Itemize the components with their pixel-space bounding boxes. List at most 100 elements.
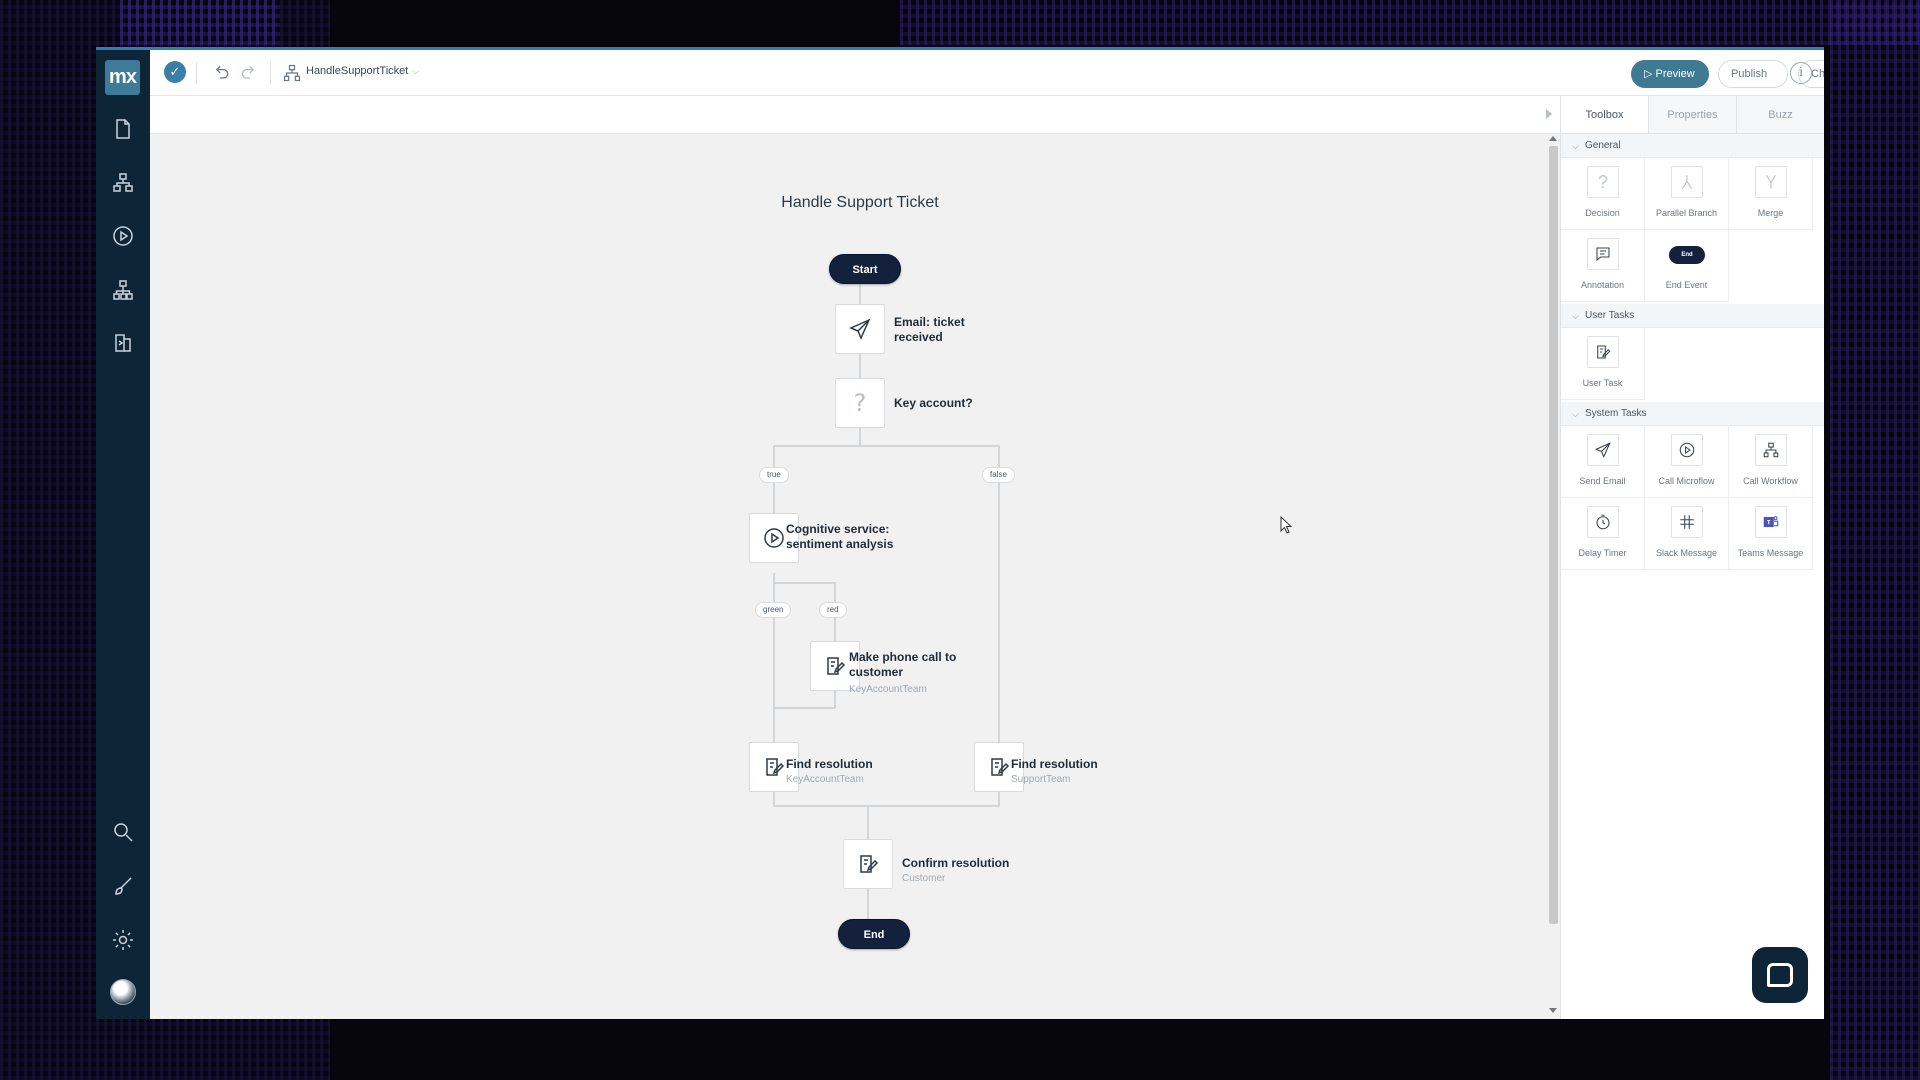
phone-call-role: KeyAccountTeam <box>849 684 927 695</box>
tool-send-email-label: Send Email <box>1579 476 1626 486</box>
timer-icon <box>1596 514 1610 530</box>
info-icon[interactable]: i <box>1790 62 1812 84</box>
tool-send-email[interactable]: Send Email <box>1561 426 1645 498</box>
check-icon[interactable]: ✓ <box>164 61 186 83</box>
start-event[interactable]: Start <box>829 254 901 284</box>
play-icon[interactable] <box>107 220 139 252</box>
document-name-label: HandleSupportTicket <box>306 65 409 77</box>
chevron-down-icon: ⌵ <box>1572 409 1579 419</box>
edge-label-red: red <box>819 602 847 618</box>
edge-label-green: green <box>755 602 792 618</box>
section-system-tasks[interactable]: ⌵ System Tasks <box>1561 402 1824 426</box>
tool-user-task-label: User Task <box>1582 378 1623 388</box>
tool-end-event[interactable]: End End Event <box>1645 230 1729 302</box>
user-task-icon <box>1597 345 1611 359</box>
tool-annotation-label: Annotation <box>1580 280 1625 290</box>
chevron-down-icon: ⌵ <box>412 66 420 76</box>
checks-label: Checks <box>1811 68 1824 80</box>
confirm-resolution-node[interactable] <box>843 839 893 889</box>
section-general[interactable]: ⌵ General <box>1561 134 1824 158</box>
tool-teams-message-label: Teams Message <box>1737 548 1804 558</box>
tool-parallel-branch[interactable]: Parallel Branch <box>1645 158 1729 230</box>
annotation-icon <box>1596 247 1610 262</box>
toolbox-panel: Toolbox Properties Buzz ⌵ General ? Decis… <box>1560 96 1824 1019</box>
page-icon[interactable] <box>107 113 139 145</box>
preview-button[interactable]: ▷ Preview <box>1631 60 1709 88</box>
sidebar: mx <box>96 50 150 1019</box>
edge-label-false: false <box>982 467 1015 483</box>
undo-icon[interactable] <box>209 61 233 85</box>
parallel-branch-icon <box>1682 175 1692 190</box>
user-task-icon <box>860 855 879 873</box>
chat-icon <box>1767 963 1793 987</box>
send-icon <box>1594 442 1611 459</box>
phone-call-label: Make phone call to customer <box>849 650 957 679</box>
section-user-tasks-title: User Tasks <box>1585 310 1635 321</box>
publish-label: Publish <box>1731 68 1768 80</box>
search-icon[interactable] <box>107 816 139 848</box>
teams-icon <box>1763 516 1779 528</box>
tool-end-event-label: End Event <box>1665 280 1708 290</box>
tool-annotation[interactable]: Annotation <box>1561 230 1645 302</box>
play-small-icon: ▷ <box>1644 68 1656 80</box>
chat-support-button[interactable] <box>1752 947 1808 1003</box>
tool-decision[interactable]: ? Decision <box>1561 158 1645 230</box>
export-icon[interactable] <box>107 327 139 359</box>
studio-window: mx ✓ HandleSupportTicket ⌵ ▷ Preview Pub… <box>96 47 1824 1019</box>
tool-delay-timer-label: Delay Timer <box>1578 548 1627 558</box>
decision-label: Key account? <box>894 396 973 410</box>
chevron-down-icon: ⌵ <box>1572 141 1579 151</box>
tool-user-task[interactable]: User Task <box>1561 328 1645 400</box>
gear-icon[interactable] <box>107 924 139 956</box>
tool-call-microflow[interactable]: Call Microflow <box>1645 426 1729 498</box>
tool-call-workflow-label: Call Workflow <box>1743 476 1798 486</box>
tool-merge[interactable]: Merge <box>1729 158 1813 230</box>
brush-icon[interactable] <box>107 870 139 902</box>
avatar[interactable] <box>110 979 136 1005</box>
workflow-canvas[interactable]: Handle Support Ticket Start Email: ticke… <box>150 96 1560 1019</box>
workflow-icon <box>1763 442 1779 458</box>
tool-decision-label: Decision <box>1585 208 1620 218</box>
tool-delay-timer[interactable]: Delay Timer <box>1561 498 1645 570</box>
tab-properties[interactable]: Properties <box>1648 96 1736 133</box>
chevron-down-icon: ⌵ <box>1572 311 1579 321</box>
microflow-label: Cognitive service: sentiment analysis <box>786 522 894 551</box>
tool-teams-message[interactable]: Teams Message <box>1729 498 1813 570</box>
domain-model-icon[interactable] <box>107 167 139 199</box>
section-system-tasks-title: System Tasks <box>1585 408 1647 419</box>
panel-tabs: Toolbox Properties Buzz <box>1561 96 1824 134</box>
preview-label: Preview <box>1655 68 1695 80</box>
tool-call-microflow-label: Call Microflow <box>1658 476 1715 486</box>
top-toolbar: ✓ HandleSupportTicket ⌵ ▷ Preview Publish… <box>150 50 1824 106</box>
confirm-resolution-label: Confirm resolution <box>902 856 1010 870</box>
end-event-icon: End <box>1669 246 1705 264</box>
send-email-node[interactable] <box>835 304 885 354</box>
tab-toolbox[interactable]: Toolbox <box>1561 96 1648 133</box>
end-event[interactable]: End <box>838 919 910 949</box>
mendix-logo[interactable]: mx <box>105 60 140 95</box>
find-resolution-key-role: KeyAccountTeam <box>786 774 864 785</box>
play-circle-icon <box>1679 442 1695 458</box>
user-task-icon <box>991 758 1010 776</box>
tool-call-workflow[interactable]: Call Workflow <box>1729 426 1813 498</box>
find-resolution-support-role: SupportTeam <box>1011 774 1071 785</box>
workflow-doc-icon <box>280 61 304 85</box>
find-resolution-key-label: Find resolution <box>786 757 873 771</box>
play-circle-icon <box>764 528 784 548</box>
tab-buzz[interactable]: Buzz <box>1736 96 1824 133</box>
tool-slack-message-label: Slack Message <box>1655 548 1718 558</box>
question-icon: ? <box>1597 171 1608 192</box>
decision-node[interactable]: ? <box>835 378 885 428</box>
edge-label-true: true <box>759 467 789 483</box>
question-icon: ? <box>853 389 867 417</box>
merge-icon <box>1766 174 1776 189</box>
send-icon <box>849 318 871 340</box>
publish-button[interactable]: Publish ⌵ <box>1718 60 1788 106</box>
section-user-tasks[interactable]: ⌵ User Tasks <box>1561 304 1824 328</box>
redo-icon[interactable] <box>237 61 261 85</box>
document-name[interactable]: HandleSupportTicket ⌵ <box>306 65 419 77</box>
tool-parallel-branch-label: Parallel Branch <box>1655 208 1718 218</box>
workflow-icon[interactable] <box>107 274 139 306</box>
tool-slack-message[interactable]: Slack Message <box>1645 498 1729 570</box>
find-resolution-support-label: Find resolution <box>1011 757 1098 771</box>
